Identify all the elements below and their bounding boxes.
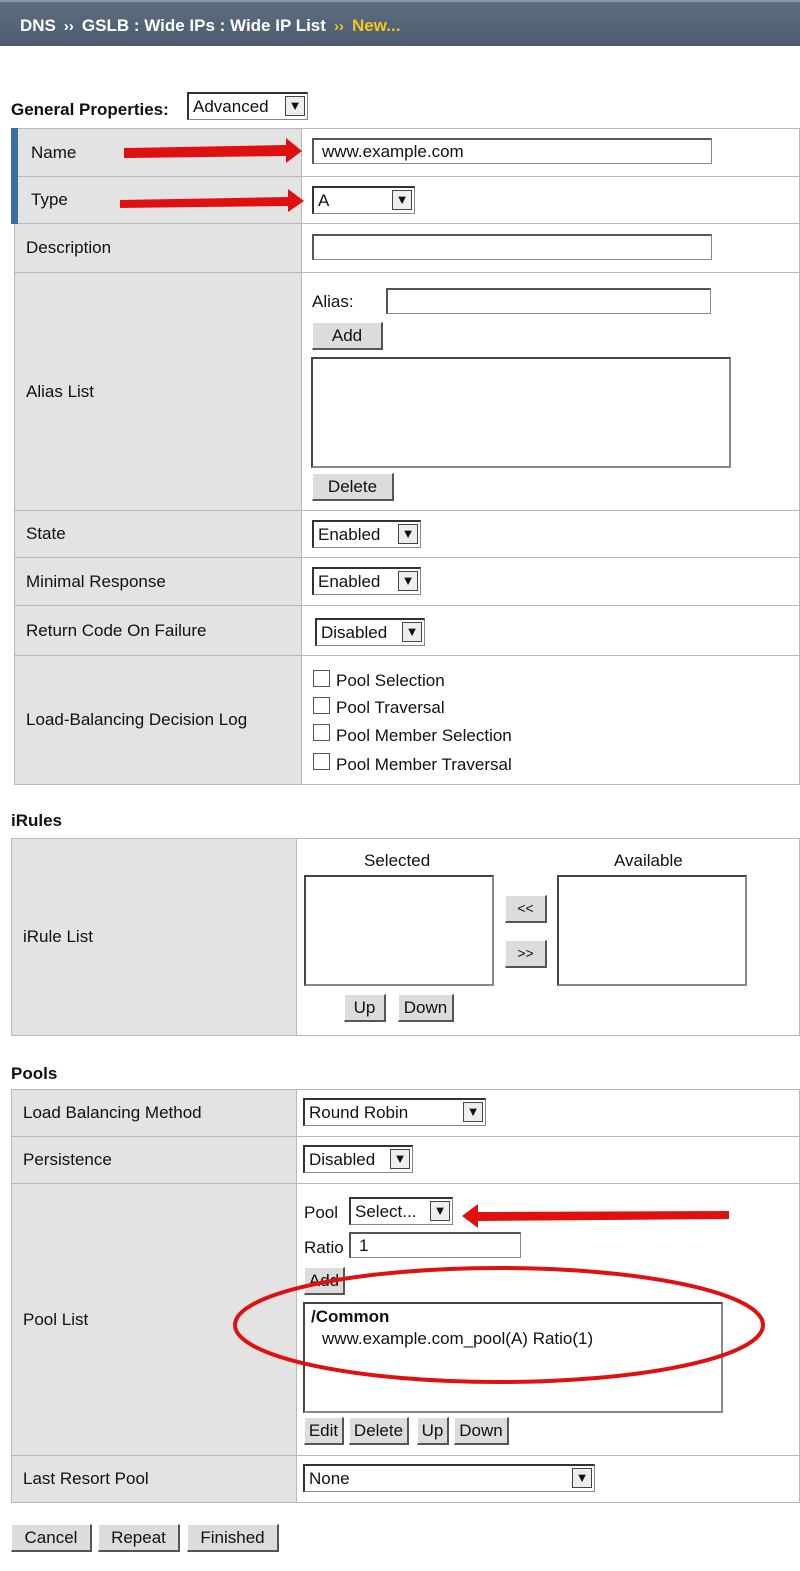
- description-input[interactable]: [312, 234, 712, 260]
- lb-method-label: Load Balancing Method: [11, 1089, 297, 1137]
- persistence-value: Disabled: [309, 1150, 376, 1169]
- type-select[interactable]: A ▼: [312, 186, 415, 214]
- alias-list-label: Alias List: [14, 272, 302, 511]
- alias-field-label: Alias:: [312, 292, 354, 311]
- chevron-down-icon: ▼: [572, 1468, 592, 1488]
- irule-selected-listbox[interactable]: [304, 875, 494, 986]
- pool-select[interactable]: Select... ▼: [349, 1197, 453, 1225]
- return-code-value: Disabled: [321, 623, 388, 642]
- chevron-down-icon: ▼: [285, 96, 305, 116]
- pool-selection-label: Pool Selection: [336, 671, 445, 690]
- ratio-input[interactable]: 1: [349, 1232, 521, 1258]
- irule-selected-heading: Selected: [364, 851, 431, 870]
- irule-down-button[interactable]: Down: [398, 994, 454, 1022]
- pool-listbox[interactable]: /Common www.example.com_pool(A) Ratio(1): [303, 1302, 723, 1413]
- alias-listbox[interactable]: [311, 357, 731, 468]
- pool-group-label: /Common: [311, 1307, 390, 1326]
- pool-traversal-checkbox[interactable]: [313, 697, 330, 714]
- breadcrumb-separator: ››: [63, 18, 74, 35]
- pool-field-label: Pool: [304, 1203, 339, 1222]
- general-properties-mode-select[interactable]: Advanced ▼: [187, 92, 308, 120]
- alias-add-button[interactable]: Add: [312, 322, 383, 350]
- alias-input[interactable]: [386, 288, 711, 314]
- last-resort-pool-value: None: [309, 1469, 350, 1488]
- pool-member-traversal-label: Pool Member Traversal: [336, 755, 512, 774]
- pool-down-button[interactable]: Down: [454, 1417, 509, 1445]
- irule-available-listbox[interactable]: [557, 875, 747, 986]
- pool-selection-checkbox[interactable]: [313, 670, 330, 687]
- chevron-down-icon: ▼: [398, 571, 418, 591]
- breadcrumb-wide-ip-list[interactable]: GSLB : Wide IPs : Wide IP List: [82, 16, 326, 35]
- minimal-response-select[interactable]: Enabled ▼: [312, 567, 421, 595]
- pool-delete-button[interactable]: Delete: [349, 1417, 409, 1445]
- repeat-button[interactable]: Repeat: [98, 1524, 180, 1552]
- breadcrumb-current: New...: [351, 16, 401, 35]
- ratio-field-label: Ratio: [304, 1238, 344, 1257]
- pool-up-button[interactable]: Up: [417, 1417, 449, 1445]
- last-resort-pool-label: Last Resort Pool: [11, 1455, 297, 1503]
- cancel-button[interactable]: Cancel: [11, 1524, 92, 1552]
- breadcrumb: DNS ›› GSLB : Wide IPs : Wide IP List ›› New…: [20, 16, 400, 36]
- lb-method-select[interactable]: Round Robin ▼: [303, 1098, 486, 1126]
- pool-traversal-label: Pool Traversal: [336, 698, 445, 717]
- pool-select-value: Select...: [355, 1202, 417, 1221]
- type-label: Type: [11, 176, 302, 224]
- return-code-label: Return Code On Failure: [14, 605, 302, 656]
- state-value: Enabled: [318, 525, 381, 544]
- lb-decision-log-label: Load-Balancing Decision Log: [14, 655, 302, 785]
- state-label: State: [14, 510, 302, 558]
- irules-heading: iRules: [11, 811, 63, 830]
- return-code-select[interactable]: Disabled ▼: [315, 618, 425, 646]
- pools-heading: Pools: [11, 1064, 58, 1083]
- chevron-down-icon: ▼: [402, 622, 422, 642]
- header-bar: DNS ›› GSLB : Wide IPs : Wide IP List ›› New…: [0, 0, 800, 46]
- name-input[interactable]: www.example.com: [312, 138, 712, 164]
- state-select[interactable]: Enabled ▼: [312, 520, 421, 548]
- general-properties-heading: General Properties:: [11, 100, 169, 119]
- chevron-down-icon: ▼: [430, 1201, 450, 1221]
- breadcrumb-dns[interactable]: DNS: [20, 16, 56, 35]
- pool-edit-button[interactable]: Edit: [304, 1417, 344, 1445]
- irule-move-right-button[interactable]: >>: [505, 940, 547, 968]
- pool-member-selection-checkbox[interactable]: [313, 724, 330, 741]
- pool-list-label: Pool List: [11, 1183, 297, 1456]
- minimal-response-value: Enabled: [318, 572, 381, 591]
- last-resort-pool-select[interactable]: None ▼: [303, 1464, 595, 1492]
- general-properties-mode-value: Advanced: [193, 97, 269, 116]
- irule-list-label: iRule List: [11, 838, 297, 1036]
- irule-up-button[interactable]: Up: [344, 994, 386, 1022]
- persistence-label: Persistence: [11, 1136, 297, 1184]
- chevron-down-icon: ▼: [392, 190, 412, 210]
- finished-button[interactable]: Finished: [187, 1524, 279, 1552]
- pool-entry[interactable]: www.example.com_pool(A) Ratio(1): [322, 1329, 593, 1349]
- breadcrumb-separator: ››: [333, 18, 344, 35]
- minimal-response-label: Minimal Response: [14, 557, 302, 606]
- lb-method-value: Round Robin: [309, 1103, 409, 1122]
- name-label: Name: [11, 128, 302, 177]
- pool-member-selection-label: Pool Member Selection: [336, 726, 512, 745]
- pool-add-button[interactable]: Add: [304, 1267, 345, 1295]
- irule-move-left-button[interactable]: <<: [505, 895, 547, 923]
- chevron-down-icon: ▼: [390, 1149, 410, 1169]
- pool-member-traversal-checkbox[interactable]: [313, 753, 330, 770]
- persistence-select[interactable]: Disabled ▼: [303, 1145, 413, 1173]
- chevron-down-icon: ▼: [463, 1102, 483, 1122]
- alias-delete-button[interactable]: Delete: [312, 473, 394, 501]
- irule-available-heading: Available: [614, 851, 683, 870]
- type-value: A: [318, 191, 330, 210]
- description-label: Description: [14, 223, 302, 273]
- chevron-down-icon: ▼: [398, 524, 418, 544]
